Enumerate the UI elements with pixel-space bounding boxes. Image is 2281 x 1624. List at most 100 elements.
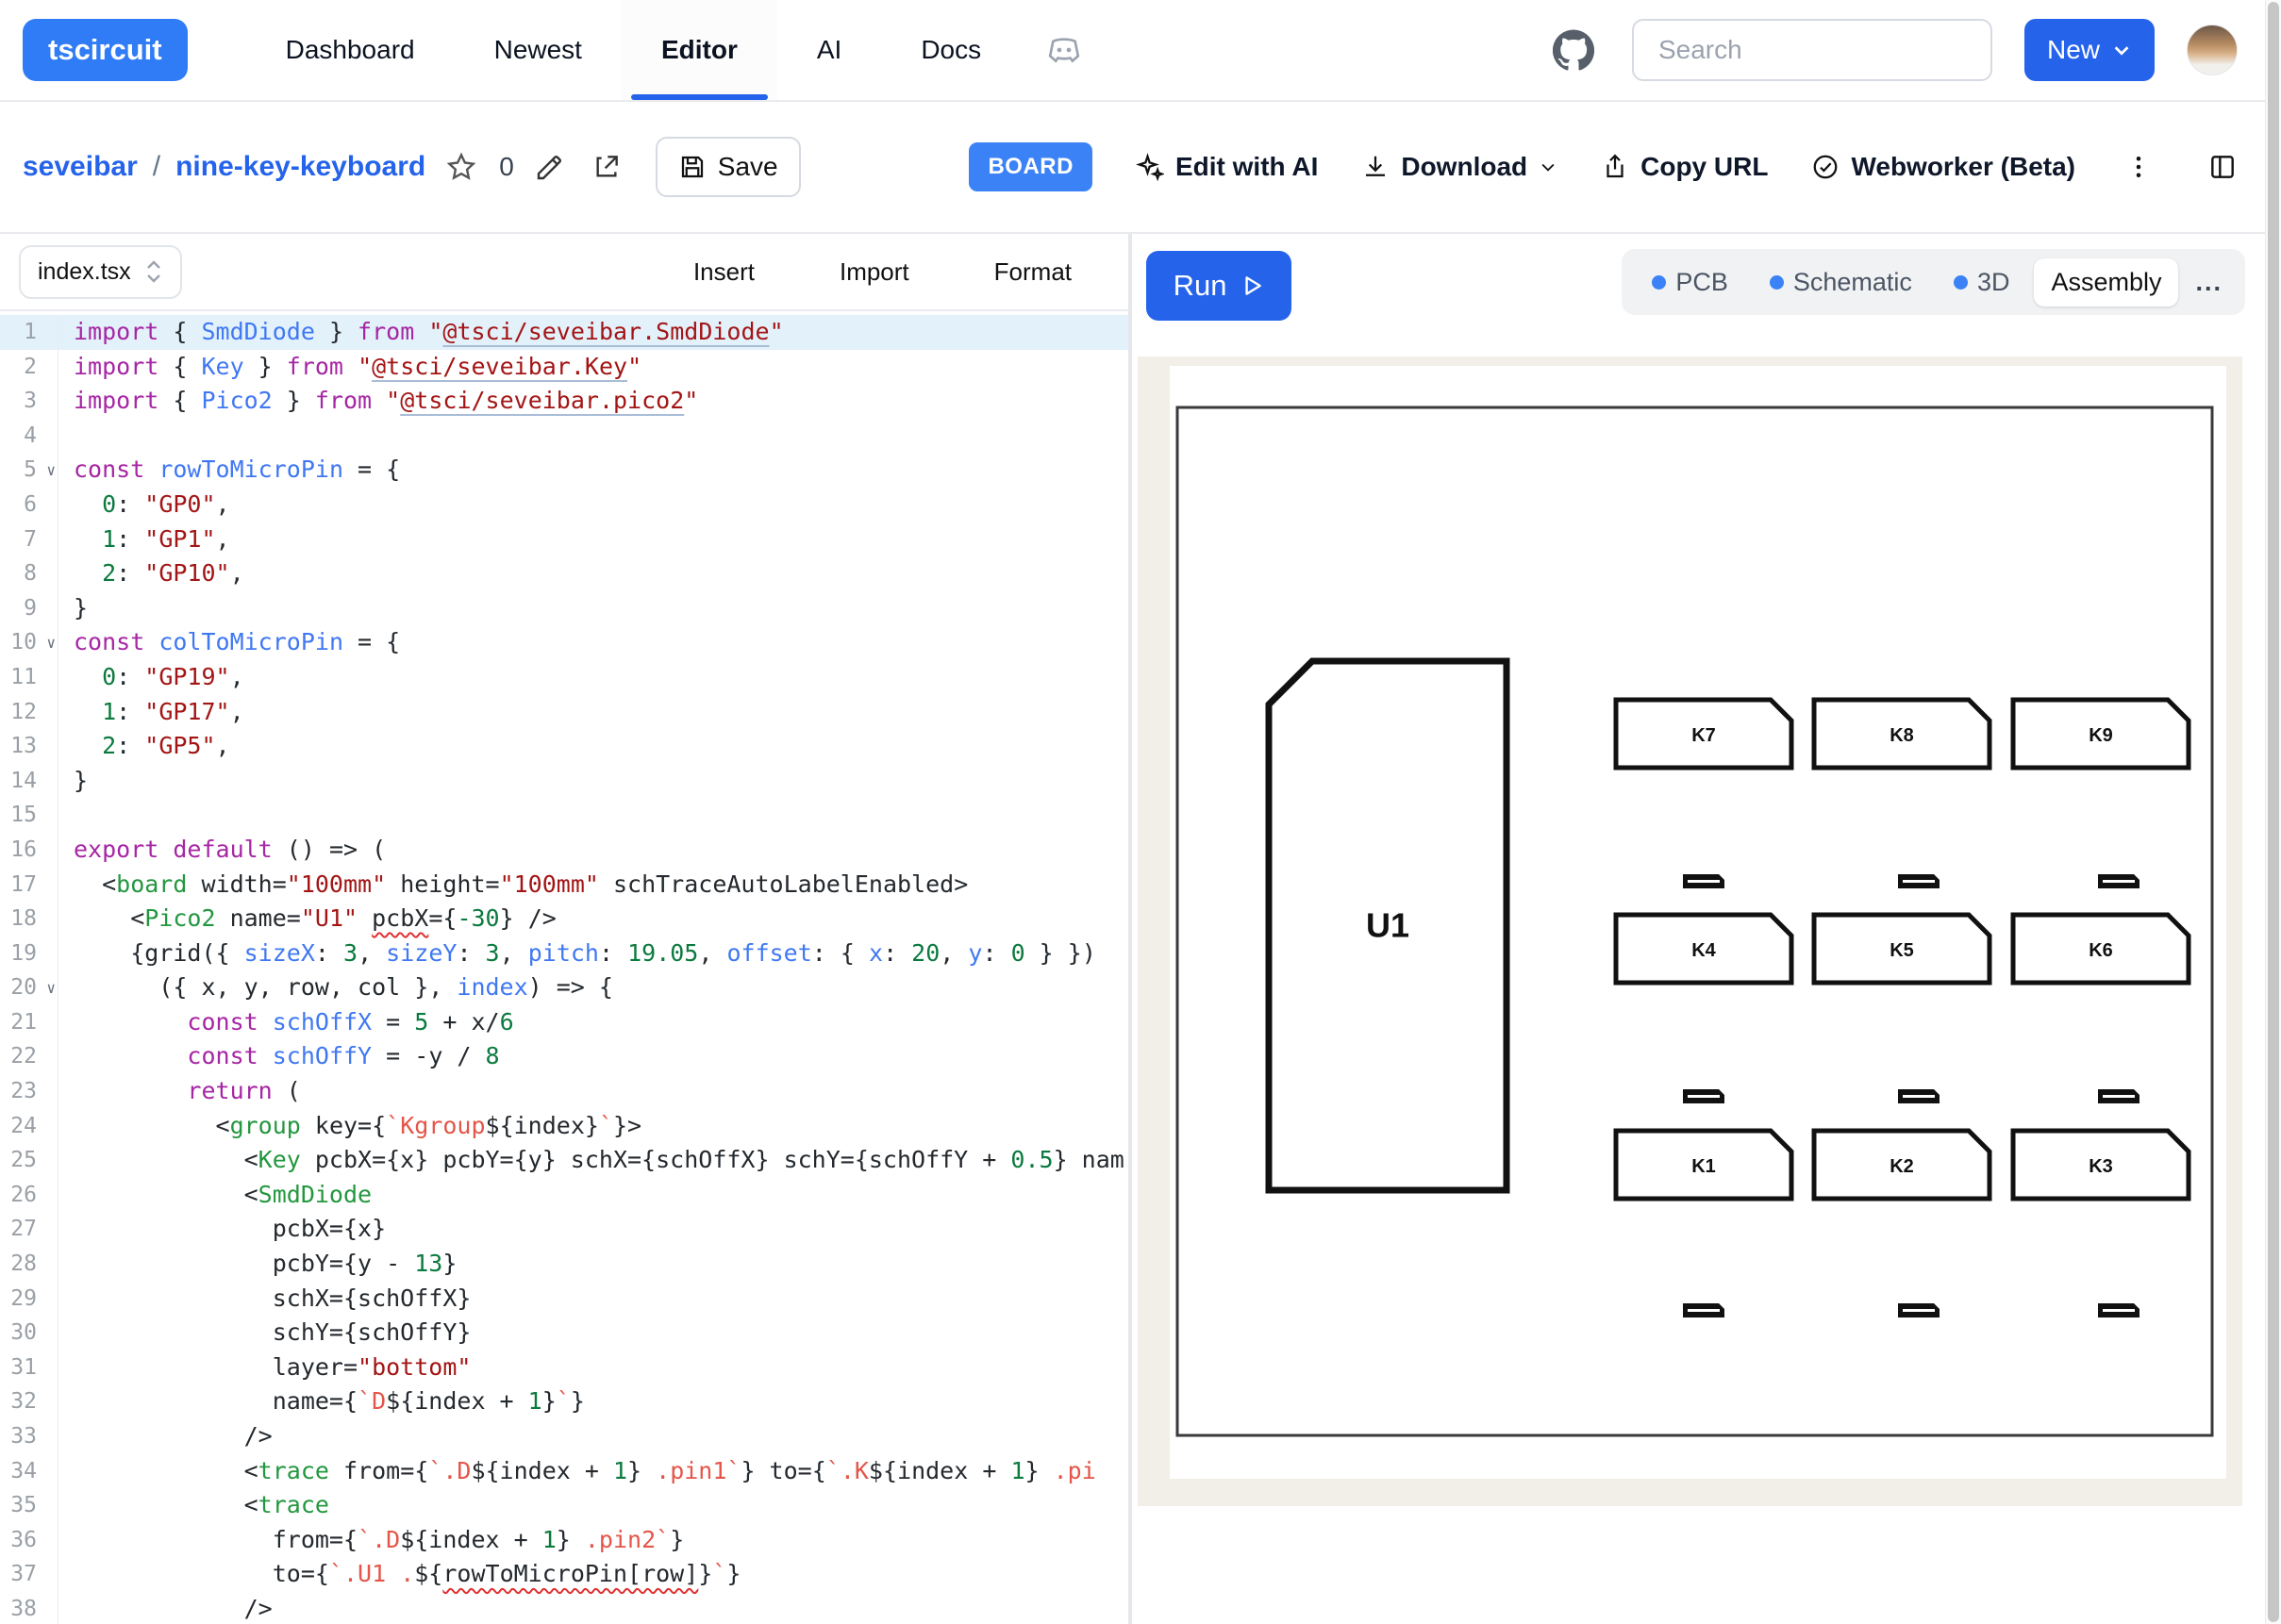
code-line[interactable]: 23 return (	[0, 1074, 1128, 1109]
file-select[interactable]: index.tsx	[19, 245, 182, 299]
code-line[interactable]: 21 const schOffX = 5 + x/6	[0, 1005, 1128, 1040]
code-line[interactable]: 30 schY={schOffY}	[0, 1316, 1128, 1351]
line-number: 26	[0, 1178, 58, 1213]
split-panel-icon[interactable]	[2202, 146, 2243, 188]
code-line[interactable]: 7 1: "GP1",	[0, 522, 1128, 557]
code-line[interactable]: 26 <SmdDiode	[0, 1178, 1128, 1213]
assembly-canvas[interactable]: U1K7K8K9K4K5K6K1K2K3	[1138, 356, 2242, 1506]
nav-item-docs[interactable]: Docs	[881, 0, 1021, 100]
code-line[interactable]: 25 <Key pcbX={x} pcbY={y} schX={schOffX}…	[0, 1143, 1128, 1178]
code-text: const rowToMicroPin = {	[58, 453, 400, 488]
code-line[interactable]: 19 {grid({ sizeX: 3, sizeY: 3, pitch: 19…	[0, 936, 1128, 971]
view-tab-schematic[interactable]: Schematic	[1753, 258, 1929, 307]
code-line[interactable]: 11 0: "GP19",	[0, 660, 1128, 695]
avatar[interactable]	[2187, 25, 2238, 75]
nav-item-ai[interactable]: AI	[777, 0, 881, 100]
code-line[interactable]: 8 2: "GP10",	[0, 556, 1128, 591]
sparkle-icon	[1136, 153, 1164, 181]
nav-item-newest[interactable]: Newest	[455, 0, 622, 100]
active-tab-underline	[631, 94, 768, 100]
view-tabs: PCBSchematic3DAssembly...	[1622, 249, 2245, 315]
code-line[interactable]: 4	[0, 419, 1128, 454]
nav-item-editor[interactable]: Editor	[622, 0, 777, 100]
chevron-down-icon	[1539, 157, 1557, 176]
scrollbar-thumb[interactable]	[2268, 2, 2279, 1622]
pencil-icon[interactable]	[529, 146, 571, 188]
code-line[interactable]: 18 <Pico2 name="U1" pcbX={-30} />	[0, 902, 1128, 936]
view-tab-assembly[interactable]: Assembly	[2034, 258, 2178, 307]
fold-caret-icon[interactable]: ∨	[46, 626, 56, 661]
breadcrumb-owner[interactable]: seveibar	[23, 151, 138, 183]
code-line[interactable]: 38 />	[0, 1592, 1128, 1624]
code-text: 2: "GP10",	[58, 556, 244, 591]
run-button[interactable]: Run	[1146, 251, 1291, 321]
view-tab-3d[interactable]: 3D	[1937, 258, 2027, 307]
key-label-k3: K3	[2089, 1156, 2113, 1177]
code-line[interactable]: 24 <group key={`Kgroup${index}`}>	[0, 1109, 1128, 1144]
line-number: 35	[0, 1488, 58, 1523]
view-tab-pcb[interactable]: PCB	[1635, 258, 1745, 307]
chevron-down-icon	[2111, 40, 2132, 60]
line-number: 28	[0, 1247, 58, 1282]
code-line[interactable]: 36 from={`.D${index + 1} .pin2`}	[0, 1523, 1128, 1558]
insert-menu[interactable]: Insert	[693, 257, 755, 287]
code-line[interactable]: 15	[0, 798, 1128, 833]
code-text: import { Pico2 } from "@tsci/seveibar.pi…	[58, 384, 698, 419]
fold-caret-icon[interactable]: ∨	[46, 454, 56, 489]
share-arrow-icon[interactable]	[586, 146, 627, 188]
code-line[interactable]: 20∨ ({ x, y, row, col }, index) => {	[0, 970, 1128, 1005]
code-line[interactable]: 2import { Key } from "@tsci/seveibar.Key…	[0, 350, 1128, 385]
nav-item-dashboard[interactable]: Dashboard	[246, 0, 455, 100]
code-line[interactable]: 13 2: "GP5",	[0, 729, 1128, 764]
app-root: tscircuit Dashboard Newest Editor AI Doc…	[0, 0, 2281, 1624]
code-editor[interactable]: 1import { SmdDiode } from "@tsci/seveiba…	[0, 311, 1128, 1624]
code-line[interactable]: 35 <trace	[0, 1488, 1128, 1523]
code-line[interactable]: 33 />	[0, 1419, 1128, 1454]
code-line[interactable]: 37 to={`.U1 .${rowToMicroPin[row]}`}	[0, 1557, 1128, 1592]
discord-icon[interactable]	[1021, 0, 1107, 100]
code-text: />	[58, 1592, 273, 1624]
code-line[interactable]: 29 schX={schOffX}	[0, 1282, 1128, 1317]
code-line[interactable]: 9}	[0, 591, 1128, 626]
breadcrumb-project[interactable]: nine-key-keyboard	[175, 151, 425, 183]
code-line[interactable]: 14}	[0, 764, 1128, 799]
new-button[interactable]: New	[2024, 19, 2155, 81]
format-menu[interactable]: Format	[994, 257, 1072, 287]
floppy-icon	[678, 153, 707, 181]
tscircuit-logo[interactable]: tscircuit	[23, 19, 188, 81]
code-text: }	[58, 591, 88, 626]
code-line[interactable]: 28 pcbY={y - 13}	[0, 1247, 1128, 1282]
diode-stripe	[2103, 1095, 2135, 1098]
code-line[interactable]: 5∨const rowToMicroPin = {	[0, 453, 1128, 488]
webworker-button[interactable]: Webworker (Beta)	[1811, 152, 2075, 182]
code-line[interactable]: 3import { Pico2 } from "@tsci/seveibar.p…	[0, 384, 1128, 419]
code-text: <trace from={`.D${index + 1} .pin1`} to=…	[58, 1454, 1096, 1489]
star-icon[interactable]	[441, 146, 482, 188]
code-text: schY={schOffY}	[58, 1316, 471, 1351]
code-line[interactable]: 27 pcbX={x}	[0, 1212, 1128, 1247]
code-line[interactable]: 34 <trace from={`.D${index + 1} .pin1`} …	[0, 1454, 1128, 1489]
save-button[interactable]: Save	[656, 137, 801, 197]
code-line[interactable]: 31 layer="bottom"	[0, 1351, 1128, 1385]
import-menu[interactable]: Import	[840, 257, 909, 287]
copy-url-button[interactable]: Copy URL	[1601, 152, 1768, 182]
code-line[interactable]: 12 1: "GP17",	[0, 695, 1128, 730]
code-line[interactable]: 6 0: "GP0",	[0, 488, 1128, 522]
kebab-menu-icon[interactable]	[2119, 147, 2158, 187]
code-line[interactable]: 22 const schOffY = -y / 8	[0, 1039, 1128, 1074]
code-line[interactable]: 17 <board width="100mm" height="100mm" s…	[0, 868, 1128, 903]
fold-caret-icon[interactable]: ∨	[46, 971, 56, 1006]
code-line[interactable]: 32 name={`D${index + 1}`}	[0, 1384, 1128, 1419]
edit-with-ai-button[interactable]: Edit with AI	[1136, 152, 1318, 182]
github-icon[interactable]	[1547, 24, 1600, 76]
page-scrollbar[interactable]	[2265, 0, 2281, 1624]
board-badge[interactable]: BOARD	[969, 142, 1092, 191]
search-input[interactable]	[1632, 19, 1992, 81]
view-tabs-more-button[interactable]: ...	[2186, 268, 2232, 297]
download-button[interactable]: Download	[1361, 152, 1557, 182]
code-line[interactable]: 1import { SmdDiode } from "@tsci/seveiba…	[0, 315, 1128, 350]
code-line[interactable]: 16export default () => (	[0, 833, 1128, 868]
code-line[interactable]: 10∨const colToMicroPin = {	[0, 625, 1128, 660]
key-label-k9: K9	[2089, 725, 2113, 746]
line-number: 31	[0, 1351, 58, 1385]
